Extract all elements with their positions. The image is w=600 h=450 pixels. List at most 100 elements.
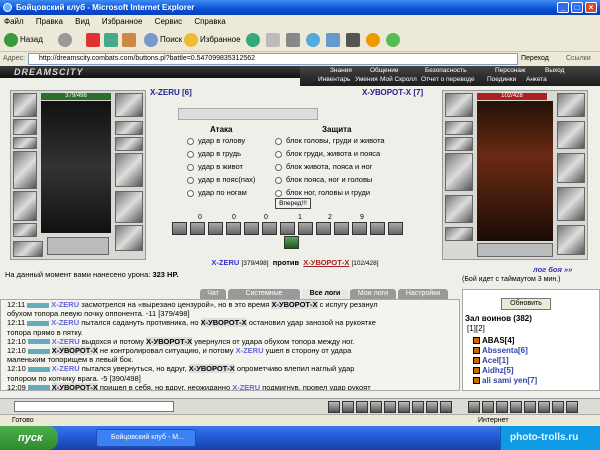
special-skill-slot[interactable] [284,236,299,249]
nav-inventory[interactable]: Инвентарь [318,76,350,83]
armor-slot[interactable] [13,191,37,221]
menu-tools[interactable]: Сервис [155,17,182,26]
helmet-slot[interactable] [13,93,37,117]
skill-slot-6[interactable] [262,222,277,235]
chat-tool-icon[interactable] [328,401,340,413]
attack-option-head[interactable]: удар в голову [187,136,245,145]
menu-tool-icon[interactable] [468,401,480,413]
nav-exit[interactable]: Выход [545,67,564,74]
nav-communication[interactable]: Общение [370,67,399,74]
bracers-slot[interactable] [13,137,37,149]
skill-slot-13[interactable] [388,222,403,235]
back-button[interactable]: Назад [4,32,43,48]
user-item[interactable]: Abssenta[6] [473,346,528,355]
skill-slot-8[interactable] [298,222,313,235]
tool-button-4[interactable] [386,32,402,48]
chat-tool-icon[interactable] [342,401,354,413]
enemy-armor-slot[interactable] [445,195,473,223]
skill-slot-9[interactable] [316,222,331,235]
enemy-boots-slot[interactable] [557,225,585,255]
enemy-earring-slot[interactable] [445,121,473,135]
skill-slot-10[interactable] [334,222,349,235]
address-input[interactable]: http://dreamscity.combats.com/buttons.pl… [28,53,518,65]
skill-slot-12[interactable] [370,222,385,235]
nav-my-scroll[interactable]: Мой Скролл [380,76,417,83]
tab-system-messages[interactable]: Системные сообщения [228,289,300,307]
menu-tool-icon[interactable] [538,401,550,413]
enemy-weapon-slot[interactable] [445,153,473,191]
room-pagination[interactable]: [1][2] [467,324,485,333]
earring-slot[interactable] [115,121,143,135]
menu-tool-icon[interactable] [496,401,508,413]
radio-icon[interactable] [187,176,194,184]
home-button[interactable] [122,32,138,48]
menu-edit[interactable]: Правка [36,17,63,26]
legs-slot[interactable] [115,191,143,223]
search-button[interactable]: Поиск [144,32,182,48]
chat-tool-icon[interactable] [356,401,368,413]
right-fighter-name[interactable]: Х-УВОРОТ-Х [7] [362,88,423,97]
nav-knowledge[interactable]: Знания [330,67,352,74]
radio-icon[interactable] [275,150,282,158]
chat-tool-icon[interactable] [440,401,452,413]
msn-button[interactable] [306,32,322,48]
skill-slot-11[interactable] [352,222,367,235]
attack-option-chest[interactable]: удар в грудь [187,149,241,158]
tab-chat[interactable]: Чат [200,289,226,299]
enemy-gloves-slot[interactable] [557,121,585,149]
weapon-slot[interactable] [13,151,37,189]
strike-button[interactable]: Вперед!!! [275,198,311,209]
enemy-legs-slot[interactable] [557,187,585,221]
radio-icon[interactable] [275,163,282,171]
defense-option-3[interactable]: блок живота, пояса и ног [275,162,372,171]
tool-button-1[interactable] [326,32,342,48]
nav-profile[interactable]: Анкета [526,76,547,83]
nav-character[interactable]: Персонаж [495,67,525,74]
menu-tool-icon[interactable] [566,401,578,413]
defense-option-2[interactable]: блок груди, живота и пояса [275,149,380,158]
user-item[interactable]: Aidhz[5] [473,366,514,375]
tool-button-3[interactable] [366,32,382,48]
menu-tool-icon[interactable] [552,401,564,413]
menu-view[interactable]: Вид [75,17,89,26]
radio-icon[interactable] [187,189,194,197]
amulet-slot[interactable] [115,137,143,151]
enemy-amulet-slot[interactable] [445,137,473,151]
menu-favorites[interactable]: Избранное [102,17,143,26]
nav-transfer-report[interactable]: Отчет о переводе [421,76,475,83]
vs-right-name[interactable]: Х-УВОРОТ-Х [303,258,349,267]
left-extra-slots[interactable] [47,237,109,255]
radio-icon[interactable] [275,176,282,184]
forward-button[interactable] [58,32,74,48]
radio-icon[interactable] [187,163,194,171]
menu-tool-icon[interactable] [482,401,494,413]
nav-fights[interactable]: Поединки [487,76,516,83]
tab-all-logs[interactable]: Все логи [302,289,348,299]
user-item[interactable]: Acel[1] [473,356,509,365]
menu-help[interactable]: Справка [194,17,225,26]
shield-slot[interactable] [115,153,143,187]
defense-option-4[interactable]: блок пояса, ног и головы [275,175,372,184]
chat-tool-icon[interactable] [426,401,438,413]
attack-option-stomach[interactable]: удар в живот [187,162,243,171]
left-fighter-name[interactable]: X-ZERU [6] [150,88,192,97]
chat-tool-icon[interactable] [384,401,396,413]
enemy-shield-slot[interactable] [557,153,585,183]
shoulder-slot[interactable] [115,93,143,117]
boots-slot[interactable] [115,225,143,251]
chat-tool-icon[interactable] [398,401,410,413]
radio-icon[interactable] [187,150,194,158]
history-button[interactable] [246,32,262,48]
defense-option-5[interactable]: блок ног, головы и груди [275,188,370,197]
taskbar-window-button[interactable]: Бойцовский клуб - M... [96,429,196,447]
user-item[interactable]: ali sami yen[7] [473,376,537,385]
enemy-extra-slots[interactable] [477,243,553,257]
skill-slot-5[interactable] [244,222,259,235]
print-button[interactable] [286,32,302,48]
mail-button[interactable] [266,32,282,48]
tab-settings[interactable]: Настройки [398,289,448,299]
skill-slot-7[interactable] [280,222,295,235]
skill-slot-4[interactable] [226,222,241,235]
links-button[interactable]: Ссылки [566,52,591,66]
nav-security[interactable]: Безопасность [425,67,466,74]
